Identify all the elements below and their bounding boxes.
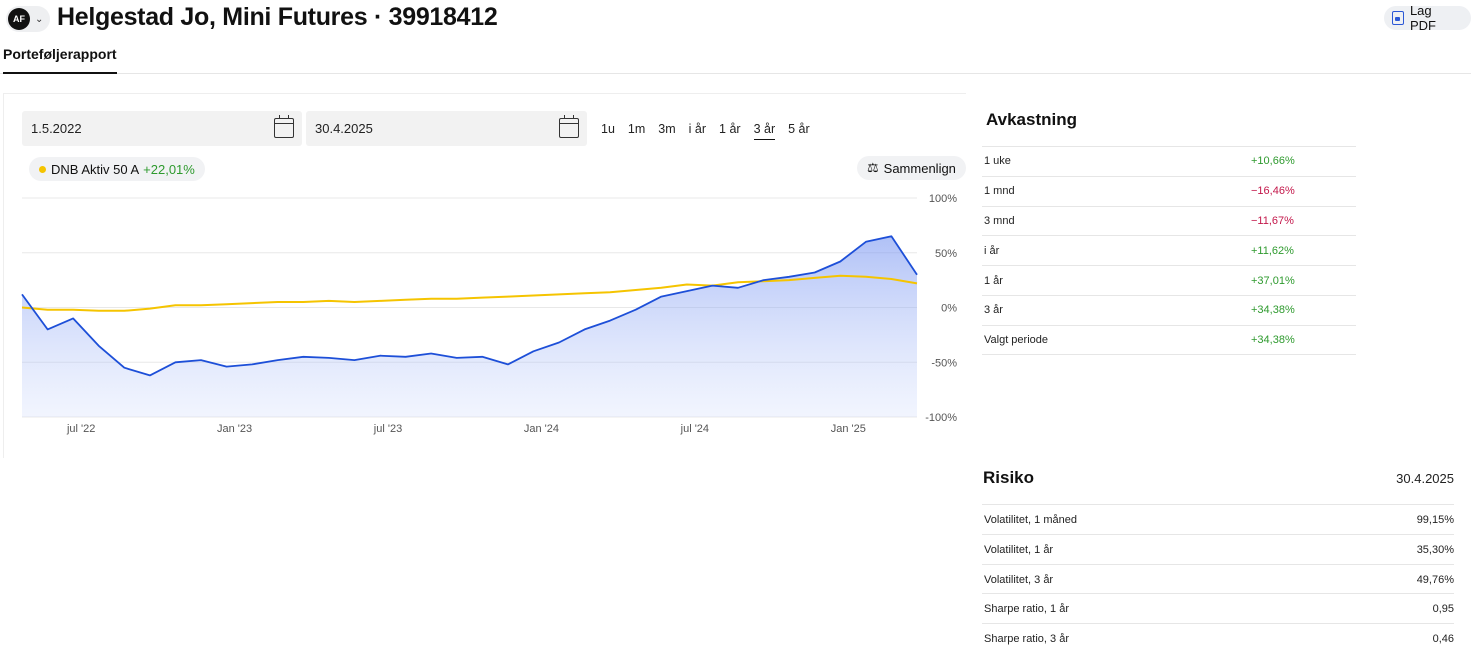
return-value: +34,38% bbox=[1251, 304, 1295, 317]
risk-value: 0,95 bbox=[1432, 603, 1454, 616]
table-row: 3 mnd −11,67% bbox=[982, 205, 1356, 236]
x-tick-label: jul '23 bbox=[373, 423, 402, 435]
y-tick-label: 100% bbox=[929, 193, 957, 205]
risk-date: 30.4.2025 bbox=[1396, 471, 1454, 486]
create-pdf-button[interactable]: Lag PDF bbox=[1384, 3, 1471, 33]
page-header: AF ⌄ Helgestad Jo, Mini Futures · 399184… bbox=[0, 0, 1471, 74]
returns-title: Avkastning bbox=[986, 110, 1078, 129]
risk-label: Volatilitet, 1 måned bbox=[984, 514, 1077, 526]
risk-label: Volatilitet, 1 år bbox=[984, 543, 1054, 556]
return-value: +34,38% bbox=[1251, 333, 1295, 346]
pdf-icon bbox=[1392, 11, 1404, 25]
x-tick-label: Jan '24 bbox=[524, 423, 559, 435]
risk-value: 99,15% bbox=[1416, 514, 1454, 526]
tab-portfolio-report[interactable]: Porteføljerapport bbox=[3, 46, 117, 74]
table-row: 1 mnd −16,46% bbox=[982, 175, 1356, 206]
risk-value: 49,76% bbox=[1416, 573, 1454, 586]
return-label: 3 mnd bbox=[984, 214, 1015, 227]
risk-table: Volatilitet, 1 måned 99,15% Volatilitet, … bbox=[982, 504, 1454, 653]
x-tick-label: Jan '25 bbox=[831, 423, 866, 435]
return-value: +10,66% bbox=[1251, 155, 1295, 168]
return-value: −16,46% bbox=[1251, 185, 1295, 198]
return-value: −11,67% bbox=[1251, 214, 1294, 227]
risk-label: Volatilitet, 3 år bbox=[984, 573, 1054, 586]
chevron-down-icon: ⌄ bbox=[35, 13, 44, 25]
returns-table: 1 uke +10,66% 1 mnd −16,46% 3 mnd −11,67% i… bbox=[982, 146, 1356, 355]
x-tick-label: jul '24 bbox=[680, 423, 709, 435]
y-tick-label: 0% bbox=[941, 303, 957, 315]
risk-label: Sharpe ratio, 1 år bbox=[984, 603, 1069, 616]
return-label: Valgt periode bbox=[984, 333, 1049, 346]
chart-panel: 1.5.2022 30.4.2025 1u 1m 3m i år 1 år 3 … bbox=[3, 93, 966, 458]
performance-chart: 100% 50% 0% -50% -100% jul '22 Jan '23 jul '23 J… bbox=[21, 193, 957, 435]
y-tick-label: 50% bbox=[935, 248, 957, 260]
table-row: i år +11,62% bbox=[982, 235, 1356, 265]
account-badge: AF bbox=[8, 8, 30, 30]
table-row: 1 uke +10,66% bbox=[982, 146, 1356, 176]
return-label: 1 uke bbox=[984, 155, 1011, 168]
return-label: 3 år bbox=[984, 304, 1003, 317]
risk-label: Sharpe ratio, 3 år bbox=[984, 633, 1069, 646]
return-label: i år bbox=[984, 244, 1000, 257]
table-row: 1 år +37,01% bbox=[982, 265, 1356, 295]
risk-title: Risiko bbox=[983, 468, 1035, 487]
create-pdf-label: Lag PDF bbox=[1409, 3, 1436, 33]
table-row: Volatilitet, 1 år 35,30% bbox=[982, 533, 1454, 564]
account-switcher[interactable]: AF ⌄ bbox=[6, 6, 50, 32]
y-tick-label: -100% bbox=[925, 412, 957, 424]
table-row: Sharpe ratio, 1 år 0,95 bbox=[982, 593, 1454, 623]
y-tick-label: -50% bbox=[931, 357, 957, 369]
return-label: 1 år bbox=[984, 274, 1003, 287]
table-row: Volatilitet, 3 år 49,76% bbox=[982, 563, 1454, 594]
return-label: 1 mnd bbox=[984, 185, 1015, 198]
risk-value: 0,46 bbox=[1432, 633, 1454, 646]
table-row: Sharpe ratio, 3 år 0,46 bbox=[982, 623, 1454, 653]
page-title: Helgestad Jo, Mini Futures · 39918412 bbox=[57, 3, 498, 31]
x-tick-label: Jan '23 bbox=[217, 423, 252, 435]
table-row: 3 år +34,38% bbox=[982, 294, 1356, 325]
series-area bbox=[22, 236, 917, 417]
table-row: Volatilitet, 1 måned 99,15% bbox=[982, 504, 1454, 534]
x-tick-label: jul '22 bbox=[66, 423, 95, 435]
risk-value: 35,30% bbox=[1416, 543, 1454, 556]
return-value: +37,01% bbox=[1251, 274, 1295, 287]
table-row: Valgt periode +34,38% bbox=[982, 324, 1356, 355]
return-value: +11,62% bbox=[1251, 244, 1294, 257]
risk-header: Risiko 30.4.2025 bbox=[982, 467, 1454, 505]
